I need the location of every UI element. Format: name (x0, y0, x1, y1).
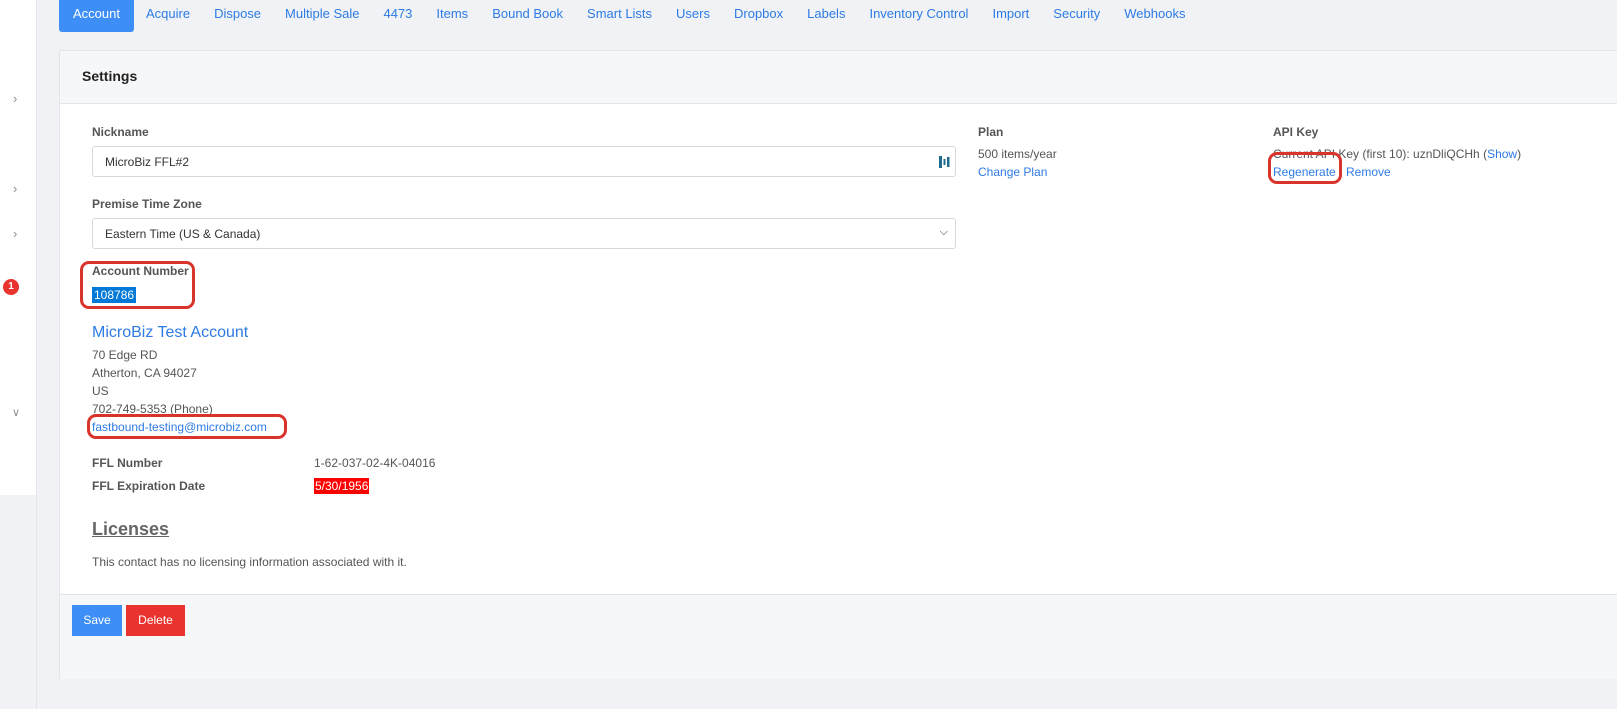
tab-import[interactable]: Import (980, 0, 1041, 32)
tab-inventory-control[interactable]: Inventory Control (857, 0, 980, 32)
nickname-label: Nickname (92, 125, 149, 139)
tab-dropbox[interactable]: Dropbox (722, 0, 795, 32)
chevron-down-icon[interactable]: ∨ (12, 406, 20, 420)
tab-bound-book[interactable]: Bound Book (480, 0, 575, 32)
company-name-link[interactable]: MicroBiz Test Account (92, 324, 248, 342)
tab-labels[interactable]: Labels (795, 0, 857, 32)
timezone-value: Eastern Time (US & Canada) (105, 227, 261, 241)
show-api-key-link[interactable]: Show (1487, 147, 1517, 161)
address-country: US (92, 384, 109, 398)
left-rail: › › › 1 ∨ (0, 0, 37, 709)
timezone-label: Premise Time Zone (92, 197, 202, 211)
licenses-heading: Licenses (92, 519, 170, 539)
tab-acquire[interactable]: Acquire (134, 0, 202, 32)
address-line2: Atherton, CA 94027 (92, 366, 197, 380)
tab-users[interactable]: Users (664, 0, 722, 32)
chevron-right-icon[interactable]: › (13, 92, 17, 106)
card-footer: Save Delete (60, 594, 1617, 679)
nickname-field[interactable]: MicroBiz FFL#2 (92, 146, 956, 177)
settings-title: Settings (82, 68, 138, 84)
notification-badge: 1 (3, 279, 19, 295)
tab-dispose[interactable]: Dispose (202, 0, 273, 32)
tab-smart-lists[interactable]: Smart Lists (575, 0, 664, 32)
account-number-value: 108786 (92, 287, 137, 303)
email-link[interactable]: fastbound-testing@microbiz.com (92, 420, 267, 434)
ffl-number-label: FFL Number (92, 456, 163, 470)
tab-items[interactable]: Items (424, 0, 480, 32)
api-key-label: API Key (1273, 125, 1319, 139)
chevron-right-icon[interactable]: › (13, 182, 17, 196)
plan-value: 500 items/year (978, 147, 1057, 161)
tab-account[interactable]: Account (59, 0, 134, 32)
ffl-number-value: 1-62-037-02-4K-04016 (314, 456, 436, 470)
api-key-text: Current API Key (first 10): uznDliQCHh (… (1273, 147, 1521, 161)
delete-button[interactable]: Delete (126, 605, 185, 636)
tab-bar: Account Acquire Dispose Multiple Sale 44… (59, 0, 1197, 32)
address-line1: 70 Edge RD (92, 348, 158, 362)
password-manager-icon[interactable] (939, 155, 950, 169)
save-button[interactable]: Save (72, 605, 122, 636)
phone-number: 702-749-5353 (Phone) (92, 402, 213, 416)
tab-security[interactable]: Security (1041, 0, 1112, 32)
ffl-expiration-label: FFL Expiration Date (92, 479, 206, 493)
regenerate-link[interactable]: Regenerate (1273, 165, 1336, 179)
remove-api-key-link[interactable]: Remove (1346, 165, 1391, 179)
ffl-expiration-value: 5/30/1956 (314, 478, 370, 494)
licenses-empty-message: This contact has no licensing informatio… (92, 555, 407, 569)
change-plan-link[interactable]: Change Plan (978, 165, 1047, 179)
left-rail-panel (0, 0, 36, 495)
api-key-close-paren: ) (1517, 147, 1522, 161)
tab-webhooks[interactable]: Webhooks (1112, 0, 1197, 32)
api-key-current: Current API Key (first 10): uznDliQCHh ( (1273, 147, 1488, 161)
nickname-value: MicroBiz FFL#2 (105, 155, 190, 169)
card-header: Settings (60, 51, 1617, 104)
tab-multiple-sale[interactable]: Multiple Sale (273, 0, 371, 32)
chevron-right-icon[interactable]: › (13, 227, 17, 241)
account-number-label: Account Number (92, 264, 189, 278)
tab-4473[interactable]: 4473 (371, 0, 424, 32)
timezone-select[interactable]: Eastern Time (US & Canada) ⌵ (92, 218, 956, 249)
plan-label: Plan (978, 125, 1004, 139)
settings-card: Settings Nickname MicroBiz FFL#2 Premise… (59, 50, 1617, 679)
chevron-down-icon: ⌵ (939, 226, 948, 238)
